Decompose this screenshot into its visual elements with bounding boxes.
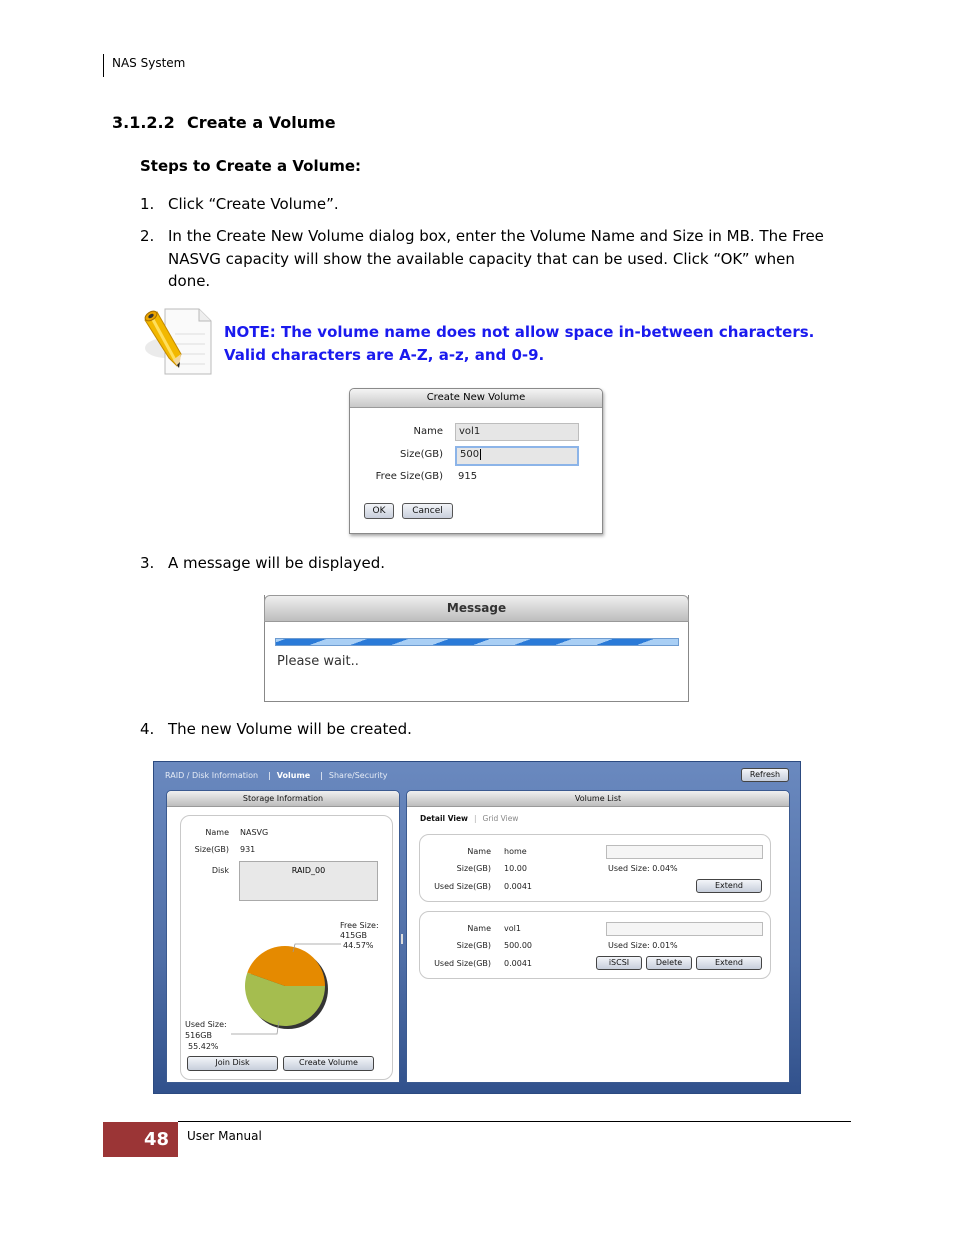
step-number: 1.: [140, 195, 155, 213]
create-volume-button[interactable]: Create Volume: [283, 1056, 374, 1071]
usage-bar: [606, 845, 763, 859]
size-label: Size(GB): [400, 449, 443, 460]
name-label: Name: [205, 828, 229, 837]
disk-label: Disk: [211, 866, 229, 875]
volume-size: 10.00: [504, 864, 527, 873]
nav-separator: |: [320, 771, 323, 780]
volume-list-panel: Volume List Detail View | Grid View Name h…: [406, 790, 790, 1083]
footer-rule: [178, 1121, 851, 1122]
name-label: Name: [413, 426, 443, 437]
volume-used: 0.0041: [504, 959, 532, 968]
size-value: 500: [460, 449, 480, 460]
free-leader-line: [292, 943, 341, 953]
used-size-label: Used Size(GB): [434, 882, 491, 891]
free-size-label: Free Size(GB): [375, 471, 443, 482]
extend-button[interactable]: Extend: [696, 956, 762, 970]
used-percent-text: Used Size: 0.01%: [608, 941, 678, 950]
name-label: Name: [467, 924, 491, 933]
iscsi-button[interactable]: iSCSI: [596, 956, 642, 970]
used-size-annotation: Used Size: 516GB 55.42%: [185, 1019, 227, 1052]
free-size-value: 915: [458, 471, 478, 482]
note-pencil-icon: [137, 306, 213, 376]
page-number: 48: [143, 1129, 169, 1150]
free-size-annotation: Free Size: 415GB 44.57%: [340, 921, 379, 951]
footer-text: User Manual: [187, 1129, 262, 1143]
app-nav: RAID / Disk Information | Volume | Share/Sec…: [165, 771, 392, 780]
nav-separator: |: [268, 771, 271, 780]
section-heading: 3.1.2.2 Create a Volume: [112, 113, 336, 132]
message-text: Please wait..: [277, 654, 359, 669]
note-line-2: Valid characters are A-Z, a-z, and 0-9.: [224, 346, 545, 364]
tab-share-security[interactable]: Share/Security: [329, 771, 388, 780]
storage-box: Name NASVG Size(GB) 931 Disk RAID_00 Fre…: [180, 815, 393, 1080]
tab-volume[interactable]: Volume: [277, 771, 310, 780]
dialog-title: Create New Volume: [350, 389, 602, 408]
volume-card-home: Name home Size(GB) 10.00 Used Size(GB) 0…: [419, 834, 771, 902]
vg-size-value: 931: [240, 845, 256, 854]
step-text: Click “Create Volume”.: [168, 195, 339, 213]
used-size-pct: 55.42%: [188, 1042, 219, 1051]
step-number: 3.: [140, 554, 155, 572]
tab-grid-view[interactable]: Grid View: [483, 814, 519, 823]
ok-button[interactable]: OK: [364, 503, 394, 519]
volume-name-input[interactable]: vol1: [455, 423, 579, 441]
join-disk-button[interactable]: Join Disk: [187, 1056, 278, 1071]
header-rule: [103, 54, 104, 77]
create-volume-dialog: Create New Volume Name vol1 Size(GB) 500…: [349, 388, 603, 534]
view-tabs: Detail View | Grid View: [420, 814, 518, 823]
panel-title: Storage Information: [167, 791, 399, 807]
step-number: 4.: [140, 720, 155, 738]
step-3: 3. A message will be displayed.: [140, 552, 830, 575]
delete-button[interactable]: Delete: [646, 956, 692, 970]
vg-name-value: NASVG: [240, 828, 269, 837]
section-number: 3.1.2.2: [112, 113, 175, 132]
step-4: 4. The new Volume will be created.: [140, 718, 830, 741]
extend-button[interactable]: Extend: [696, 879, 762, 893]
step-number: 2.: [140, 227, 155, 245]
name-label: Name: [467, 847, 491, 856]
usage-bar: [606, 922, 763, 936]
size-label: Size(GB): [456, 941, 491, 950]
note-line-1: NOTE: The volume name does not allow spa…: [224, 323, 815, 341]
free-size-gb: 415GB: [340, 931, 367, 940]
tab-raid-disk-information[interactable]: RAID / Disk Information: [165, 771, 258, 780]
used-leader-line: [231, 1020, 280, 1035]
free-size-pct: 44.57%: [343, 941, 374, 950]
text-cursor: ​: [480, 449, 482, 460]
message-title: Message: [264, 595, 689, 622]
progress-bar: [275, 638, 679, 646]
step-text: The new Volume will be created.: [168, 720, 412, 738]
steps-heading: Steps to Create a Volume:: [140, 157, 362, 175]
storage-information-panel: Storage Information Name NASVG Size(GB) …: [166, 790, 400, 1083]
panel-splitter-handle[interactable]: [401, 934, 403, 944]
step-1: 1. Click “Create Volume”.: [140, 193, 830, 216]
size-label: Size(GB): [456, 864, 491, 873]
refresh-button[interactable]: Refresh: [741, 768, 789, 782]
section-title: Create a Volume: [187, 113, 336, 132]
volume-name: home: [504, 847, 527, 856]
used-size-label: Used Size:: [185, 1020, 227, 1029]
volume-card-vol1: Name vol1 Size(GB) 500.00 Used Size(GB) …: [419, 911, 771, 979]
step-text: A message will be displayed.: [168, 554, 386, 572]
free-size-label: Free Size:: [340, 921, 379, 930]
volume-size: 500.00: [504, 941, 532, 950]
volume-used: 0.0041: [504, 882, 532, 891]
volume-name: vol1: [504, 924, 521, 933]
cancel-button[interactable]: Cancel: [402, 503, 453, 519]
disk-raid-item[interactable]: RAID_00: [239, 861, 378, 901]
view-separator: |: [473, 814, 477, 823]
used-size-gb: 516GB: [185, 1031, 212, 1040]
step-2: 2. In the Create New Volume dialog box, …: [140, 225, 830, 293]
used-percent-text: Used Size: 0.04%: [608, 864, 678, 873]
volume-size-input[interactable]: 500​: [455, 446, 579, 466]
panel-title: Volume List: [407, 791, 789, 807]
step-text: In the Create New Volume dialog box, ent…: [168, 227, 824, 290]
note-text: NOTE: The volume name does not allow spa…: [224, 321, 814, 367]
tab-detail-view[interactable]: Detail View: [420, 814, 468, 823]
used-size-label: Used Size(GB): [434, 959, 491, 968]
volume-app-window: RAID / Disk Information | Volume | Share/Sec…: [153, 761, 801, 1094]
running-title: NAS System: [112, 56, 186, 70]
message-dialog: Message Please wait..: [264, 595, 689, 702]
size-label: Size(GB): [194, 845, 229, 854]
